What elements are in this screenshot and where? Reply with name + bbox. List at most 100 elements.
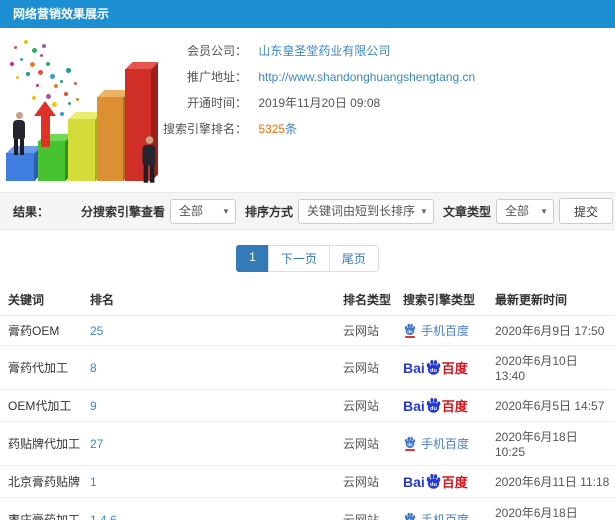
results-table-body: 膏药OEM 25 云网站 Baidu百度 du 手机百度 2020年6月9日 1… <box>0 315 615 520</box>
bar-chart-bar <box>6 146 41 181</box>
article-type-label: 文章类型 <box>442 204 491 219</box>
mobile-baidu-logo: du 手机百度 <box>403 322 469 339</box>
column-header-rank: 排名 <box>90 293 115 307</box>
column-header-rank-type: 排名类型 <box>343 293 392 307</box>
baidu-logo: Bai du 百度 <box>403 397 468 415</box>
table-row: 枣庄膏药加工 1,4,6 云网站 Baidu百度 du 手机百度 2020年6月… <box>0 497 615 520</box>
rank-cell: 27 <box>86 421 339 466</box>
column-header-keyword: 关键词 <box>8 293 45 307</box>
mobile-baidu-logo: du 手机百度 <box>403 511 469 520</box>
chevron-down-icon: ▼ <box>222 206 230 216</box>
rank-type-cell: 云网站 <box>339 465 399 498</box>
rank-link[interactable]: 8 <box>90 361 97 375</box>
keyword-cell: 膏药代加工 <box>0 345 86 390</box>
table-row: OEM代加工 9 云网站 Baidu百度 du 手机百度 2020年6月5日 1… <box>0 389 615 422</box>
page: 网络营销效果展示 会员公司： 山东皇圣堂药业有限公司 推广地址： http://… <box>0 0 615 520</box>
mobile-baidu-paw-icon: du <box>403 436 417 451</box>
table-row: 药贴牌代加工 27 云网站 Baidu百度 du 手机百度 2020年6月18日… <box>0 421 615 466</box>
engine-rank-count[interactable]: 5325条 <box>258 122 297 136</box>
open-time-value: 2019年11月20日 09:08 <box>258 96 381 110</box>
promotion-url-link[interactable]: http://www.shandonghuangshengtang.cn <box>258 70 475 84</box>
chevron-down-icon: ▼ <box>420 206 428 216</box>
keyword-cell: 膏药OEM <box>0 315 86 346</box>
update-time-cell: 2020年6月18日 10:19 <box>491 497 615 520</box>
bar-chart-bar <box>38 134 72 181</box>
engine-type-cell: Baidu百度 du 手机百度 <box>399 345 491 390</box>
rank-link[interactable]: 1,4,6 <box>90 513 117 520</box>
rank-cell: 1,4,6 <box>86 497 339 520</box>
mobile-baidu-paw-icon: du <box>403 323 417 338</box>
info-row-url: 推广地址： http://www.shandonghuangshengtang.… <box>155 64 615 90</box>
info-row-rank-count: 搜索引擎排名： 5325条 <box>155 116 615 142</box>
rank-link[interactable]: 1 <box>90 475 97 489</box>
keyword-cell: 药贴牌代加工 <box>0 421 86 466</box>
baidu-logo: Bai du 百度 <box>403 473 468 491</box>
company-link[interactable]: 山东皇圣堂药业有限公司 <box>258 44 390 58</box>
pagination-current-page[interactable]: 1 <box>236 245 269 272</box>
mobile-baidu-logo: du 手机百度 <box>403 435 469 452</box>
engine-type-cell: Baidu百度 du 手机百度 <box>399 389 491 422</box>
keyword-cell: OEM代加工 <box>0 389 86 422</box>
businessman-figure <box>10 112 28 155</box>
table-row: 北京膏药贴牌 1 云网站 Baidu百度 du 手机百度 2020年6月11日 … <box>0 465 615 498</box>
keyword-cell: 枣庄膏药加工 <box>0 497 86 520</box>
update-time-cell: 2020年6月9日 17:50 <box>491 315 615 346</box>
sort-label: 排序方式 <box>244 204 293 219</box>
article-type-select[interactable]: 全部 ▼ <box>495 198 554 224</box>
rank-link[interactable]: 9 <box>90 399 97 413</box>
keyword-cell: 北京膏药贴牌 <box>0 465 86 498</box>
result-label: 结果： <box>13 204 50 219</box>
engine-type-cell: Baidu百度 du 手机百度 <box>399 421 491 466</box>
engine-filter-select[interactable]: 全部 ▼ <box>169 198 236 224</box>
rank-link[interactable]: 27 <box>90 437 103 451</box>
filter-controls: 分搜索引擎查看 全部 ▼ 排序方式 关键词由短到长排序 ▼ 文章类型 全部 ▼ … <box>77 198 613 224</box>
mobile-baidu-paw-icon: du <box>403 512 417 520</box>
rank-link[interactable]: 25 <box>90 324 103 338</box>
table-header-row: 关键词 排名 排名类型 搜索引擎类型 最新更新时间 <box>0 284 615 316</box>
engine-filter-label: 分搜索引擎查看 <box>80 204 165 219</box>
update-time-cell: 2020年6月5日 14:57 <box>491 389 615 422</box>
bar-chart-illustration <box>2 32 184 187</box>
svg-text:du: du <box>407 442 413 447</box>
up-arrow-icon <box>34 101 56 147</box>
svg-text:du: du <box>407 329 413 334</box>
engine-type-cell: Baidu百度 du 手机百度 <box>399 465 491 498</box>
pagination-next-button[interactable]: 下一页 <box>267 245 330 272</box>
baidu-paw-icon: du <box>426 473 441 489</box>
update-time-cell: 2020年6月18日 10:25 <box>491 421 615 466</box>
filter-bar: 结果： 分搜索引擎查看 全部 ▼ 排序方式 关键词由短到长排序 ▼ 文章类型 全… <box>0 192 615 230</box>
pagination: 1 下一页 尾页 <box>0 245 615 272</box>
info-panel: 会员公司： 山东皇圣堂药业有限公司 推广地址： http://www.shand… <box>0 28 615 192</box>
rank-cell: 25 <box>86 315 339 346</box>
rank-type-cell: 云网站 <box>339 421 399 466</box>
rank-type-cell: 云网站 <box>339 497 399 520</box>
table-row: 膏药OEM 25 云网站 Baidu百度 du 手机百度 2020年6月9日 1… <box>0 315 615 346</box>
rank-cell: 9 <box>86 389 339 422</box>
update-time-cell: 2020年6月11日 11:18 <box>491 465 615 498</box>
bar-chart-bar <box>68 112 102 181</box>
svg-text:du: du <box>430 406 437 412</box>
column-header-update-time: 最新更新时间 <box>495 293 568 307</box>
businessman-figure <box>139 136 158 183</box>
engine-type-cell: Baidu百度 du 手机百度 <box>399 497 491 520</box>
svg-text:du: du <box>430 482 437 488</box>
baidu-logo: Bai du 百度 <box>403 359 468 377</box>
baidu-paw-icon: du <box>426 397 441 413</box>
info-row-company: 会员公司： 山东皇圣堂药业有限公司 <box>155 38 615 64</box>
engine-type-cell: Baidu百度 du 手机百度 <box>399 315 491 346</box>
pagination-last-button[interactable]: 尾页 <box>328 245 379 272</box>
update-time-cell: 2020年6月10日 13:40 <box>491 345 615 390</box>
page-title: 网络营销效果展示 <box>0 0 615 28</box>
rank-type-cell: 云网站 <box>339 389 399 422</box>
baidu-paw-icon: du <box>426 359 441 375</box>
rank-cell: 8 <box>86 345 339 390</box>
chevron-down-icon: ▼ <box>540 206 548 216</box>
results-table: 关键词 排名 排名类型 搜索引擎类型 最新更新时间 膏药OEM 25 云网站 B… <box>0 284 615 520</box>
sort-select[interactable]: 关键词由短到长排序 ▼ <box>297 198 434 224</box>
table-row: 膏药代加工 8 云网站 Baidu百度 du 手机百度 2020年6月10日 1… <box>0 345 615 390</box>
column-header-engine-type: 搜索引擎类型 <box>403 293 476 307</box>
rank-cell: 1 <box>86 465 339 498</box>
bar-chart-bar <box>97 90 130 181</box>
svg-text:du: du <box>430 368 437 374</box>
submit-button[interactable]: 提交 <box>558 198 613 224</box>
